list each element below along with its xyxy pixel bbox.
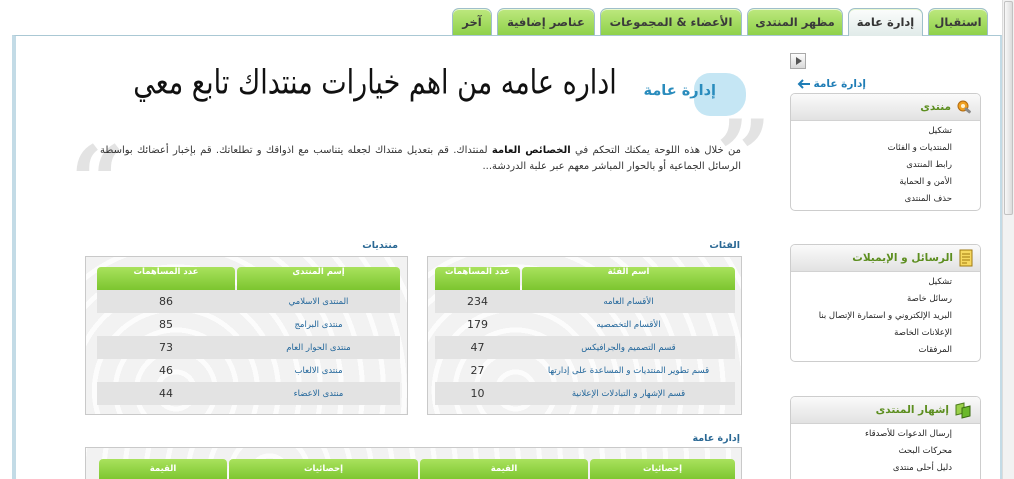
sidebar-section-title: الرسائل و الإيميلات	[852, 252, 953, 264]
table-header-row: اسم الفئة عدد المساهمات	[435, 267, 735, 290]
forum-link[interactable]: المنتدى الاسلامي	[237, 297, 400, 307]
post-count: 46	[159, 364, 173, 377]
sidebar-section-header: إشهار المنتدى	[791, 397, 980, 424]
forums-table-title: منتديات	[362, 240, 398, 251]
sidebar-item-forums-categories[interactable]: المنتديات و الفئات	[791, 140, 980, 157]
post-count: 85	[159, 318, 173, 331]
post-count: 234	[467, 295, 488, 308]
forums-table-box: إسم المنتدى عدد المساهمات المنتدى الاسلا…	[85, 256, 408, 415]
table-row: منتدى الاعضاء 44	[97, 382, 400, 405]
sidebar-breadcrumb-label[interactable]: إدارة عامة	[814, 78, 866, 90]
sidebar-item-configuration[interactable]: تشكيل	[791, 123, 980, 140]
sidebar-section-header: منتدى	[791, 94, 980, 121]
stats-table-title: إدارة عامة	[692, 433, 740, 444]
forum-link[interactable]: منتدى البرامج	[237, 320, 400, 330]
vertical-scrollbar[interactable]	[1002, 0, 1014, 479]
sidebar-item-private-announcements[interactable]: الإعلانات الخاصة	[791, 325, 980, 342]
table-header-row: إسم المنتدى عدد المساهمات	[97, 267, 400, 290]
sidebar-item-private-messages[interactable]: رسائل خاصة	[791, 291, 980, 308]
sidebar-item-forum-url[interactable]: رابط المنتدى	[791, 157, 980, 174]
description-highlight: الخصائص العامة	[491, 145, 571, 156]
handwritten-annotation: اداره عامه من اهم خيارات منتداك تابع معي	[133, 63, 617, 103]
table-row: منتدى البرامج 85	[97, 313, 400, 336]
category-link[interactable]: قسم تطوير المنتديات و المساعدة على إدارت…	[522, 366, 735, 376]
tab-misc[interactable]: آخر	[452, 8, 492, 35]
category-link[interactable]: الأقسام التخصصيه	[522, 320, 735, 330]
column-header-post-count: عدد المساهمات	[97, 267, 235, 290]
post-count: 73	[159, 341, 173, 354]
stats-table-box: إحصائيات القيمة إحصائيات القيمة	[85, 447, 742, 479]
forum-link[interactable]: منتدى الالعاب	[237, 366, 400, 376]
tab-general-admin[interactable]: إدارة عامة	[848, 8, 923, 36]
page-title: إدارة عامة	[643, 83, 716, 99]
categories-table-title: الفئات	[709, 240, 740, 251]
categories-table: اسم الفئة عدد المساهمات الأقسام العامه 2…	[435, 267, 735, 405]
tab-users-groups[interactable]: الأعضاء & المجموعات	[600, 8, 742, 35]
sidebar-section-title: إشهار المنتدى	[875, 404, 949, 416]
post-count: 10	[470, 387, 485, 400]
table-row: قسم الإشهار و التبادلات الإعلانية 10	[435, 382, 735, 405]
stats-table: إحصائيات القيمة إحصائيات القيمة	[99, 459, 735, 479]
document-icon	[959, 249, 973, 267]
category-link[interactable]: قسم الإشهار و التبادلات الإعلانية	[522, 389, 735, 399]
sidebar-item-forum-directory[interactable]: دليل أحلى منتدى	[791, 460, 980, 477]
sidebar-section-messages-emails: الرسائل و الإيميلات تشكيل رسائل خاصة الب…	[790, 244, 981, 362]
column-header-value: القيمة	[420, 459, 588, 479]
column-header-forum-name: إسم المنتدى	[237, 267, 400, 290]
sidebar-item-delete-forum[interactable]: حذف المنتدى	[791, 191, 980, 208]
category-link[interactable]: قسم التصميم والجرافيكس	[522, 343, 735, 353]
table-row: قسم التصميم والجرافيكس 47	[435, 336, 735, 359]
post-count: 27	[470, 364, 485, 377]
sidebar-item-email-contact-form[interactable]: البريد الإلكتروني و استمارة الإتصال بنا	[791, 308, 980, 325]
category-link[interactable]: الأقسام العامه	[522, 297, 735, 307]
post-count: 47	[470, 341, 485, 354]
forum-link[interactable]: منتدى الاعضاء	[237, 389, 400, 399]
sidebar-section-forum-promotion: إشهار المنتدى إرسال الدعوات للأصدقاء محر…	[790, 396, 981, 479]
column-header-post-count: عدد المساهمات	[435, 267, 520, 290]
tab-modules[interactable]: عناصر إضافية	[497, 8, 595, 35]
column-header-value: القيمة	[99, 459, 227, 479]
table-row: منتدى الالعاب 46	[97, 359, 400, 382]
post-count: 86	[159, 295, 173, 308]
description-text: من خلال هذه اللوحة يمكنك التحكم في	[570, 145, 741, 156]
table-row: المنتدى الاسلامي 86	[97, 290, 400, 313]
sidebar-section-forum: منتدى تشكيل المنتديات و الفئات رابط المن…	[790, 93, 981, 211]
sidebar-item-security[interactable]: الأمن و الحماية	[791, 174, 980, 191]
table-row: الأقسام التخصصيه 179	[435, 313, 735, 336]
sidebar-section-header: الرسائل و الإيميلات	[791, 245, 980, 272]
sidebar-item-messages-configuration[interactable]: تشكيل	[791, 274, 980, 291]
table-row: قسم تطوير المنتديات و المساعدة على إدارت…	[435, 359, 735, 382]
flags-icon	[955, 402, 971, 419]
forums-table: إسم المنتدى عدد المساهمات المنتدى الاسلا…	[97, 267, 400, 405]
tab-forum-display[interactable]: مظهر المنتدى	[747, 8, 843, 35]
sidebar-item-attachments[interactable]: المرفقات	[791, 342, 980, 359]
sidebar-section-title: منتدى	[920, 101, 951, 113]
page-description: من خلال هذه اللوحة يمكنك التحكم في الخصا…	[100, 143, 741, 175]
column-header-statistics: إحصائيات	[590, 459, 735, 479]
post-count: 44	[159, 387, 173, 400]
post-count: 179	[467, 318, 488, 331]
categories-table-box: اسم الفئة عدد المساهمات الأقسام العامه 2…	[427, 256, 742, 415]
column-header-category-name: اسم الفئة	[522, 267, 735, 290]
wrench-icon	[957, 100, 971, 114]
table-header-row: إحصائيات القيمة إحصائيات القيمة	[99, 459, 735, 479]
sidebar-breadcrumb-link[interactable]: إدارة عامة	[792, 76, 866, 92]
play-arrow-icon[interactable]	[790, 53, 806, 69]
tab-home[interactable]: استقبال	[928, 8, 988, 35]
scrollbar-thumb[interactable]	[1004, 1, 1013, 215]
column-header-statistics: إحصائيات	[229, 459, 418, 479]
sidebar-item-invite-friends[interactable]: إرسال الدعوات للأصدقاء	[791, 426, 980, 443]
table-row: منتدى الحوار العام 73	[97, 336, 400, 359]
table-row: الأقسام العامه 234	[435, 290, 735, 313]
sidebar-item-search-engines[interactable]: محركات البحث	[791, 443, 980, 460]
forum-link[interactable]: منتدى الحوار العام	[237, 343, 400, 353]
arrow-left-icon	[797, 79, 810, 89]
